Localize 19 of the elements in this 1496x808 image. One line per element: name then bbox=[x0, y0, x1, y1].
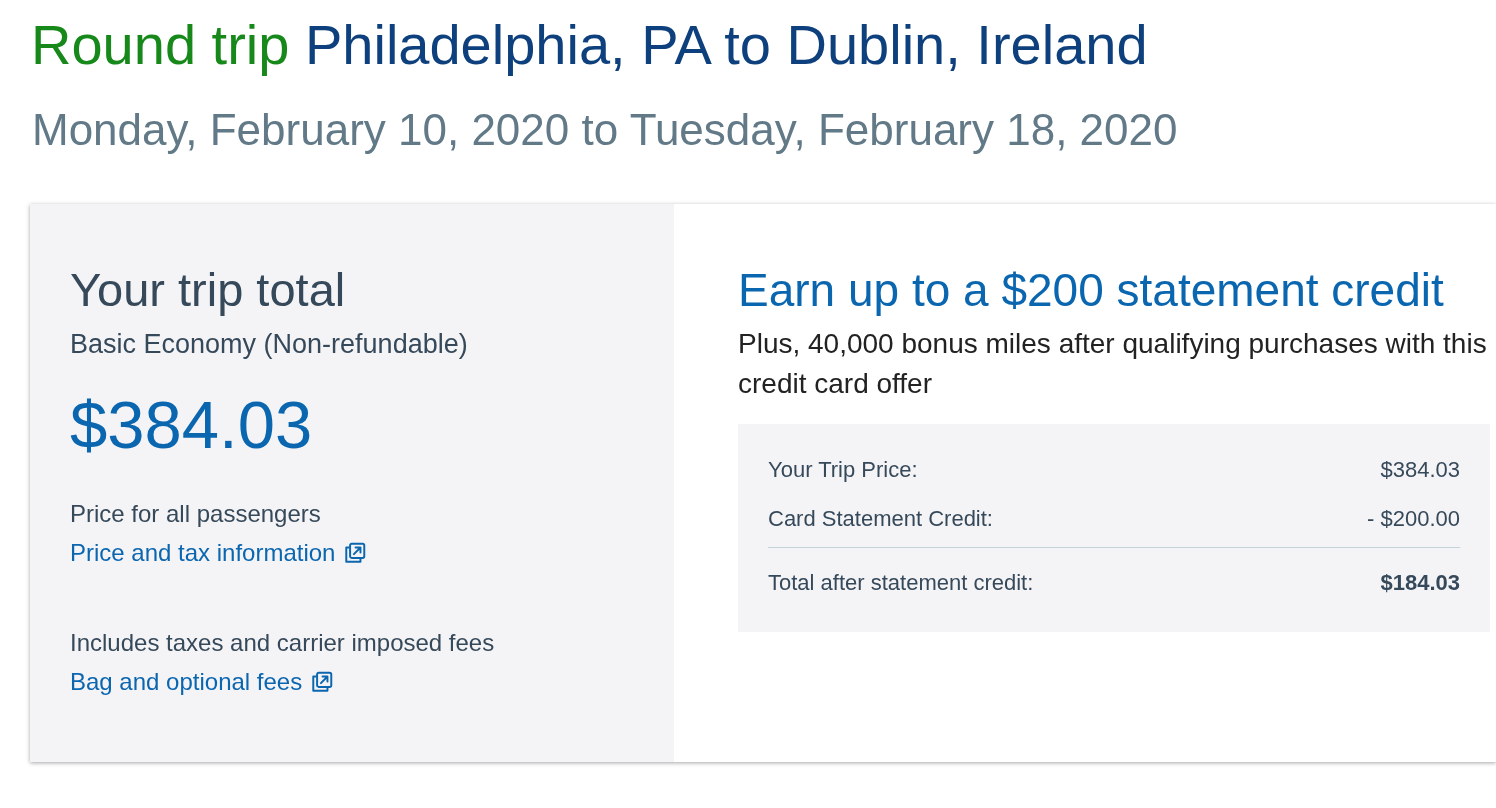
summary-value: $384.03 bbox=[1380, 456, 1460, 484]
info-link[interactable]: Bag and optional fees bbox=[70, 667, 335, 697]
summary-label: Total after statement credit: bbox=[768, 569, 1034, 597]
summary-label: Your Trip Price: bbox=[768, 456, 918, 484]
price-note: Price for all passengers bbox=[70, 499, 321, 529]
trip-total-heading: Your trip total bbox=[70, 264, 347, 316]
fare-type: Basic Economy (Non-refundable) bbox=[70, 328, 469, 360]
trip-price: $384.03 bbox=[70, 386, 314, 464]
offer-heading: Earn up to a $200 statement credit bbox=[738, 264, 1445, 316]
summary-value: - $200.00 bbox=[1367, 505, 1460, 533]
page-title: Round trip Philadelphia, PA to Dublin, Ireland bbox=[31, 13, 1149, 77]
offer-description: Plus, 40,000 bonus miles after qualifying purchases with this credit card offer bbox=[738, 327, 1488, 401]
info-link[interactable]: Price and tax information bbox=[70, 538, 368, 568]
external-link-icon bbox=[310, 670, 335, 694]
summary-value: $184.03 bbox=[1380, 569, 1460, 597]
summary-label: Card Statement Credit: bbox=[768, 505, 993, 533]
price-note: Includes taxes and carrier imposed fees bbox=[70, 628, 495, 658]
external-link-icon bbox=[343, 541, 368, 565]
trip-dates: Monday, February 10, 2020 to Tuesday, February 18, 2020 bbox=[32, 104, 1179, 156]
